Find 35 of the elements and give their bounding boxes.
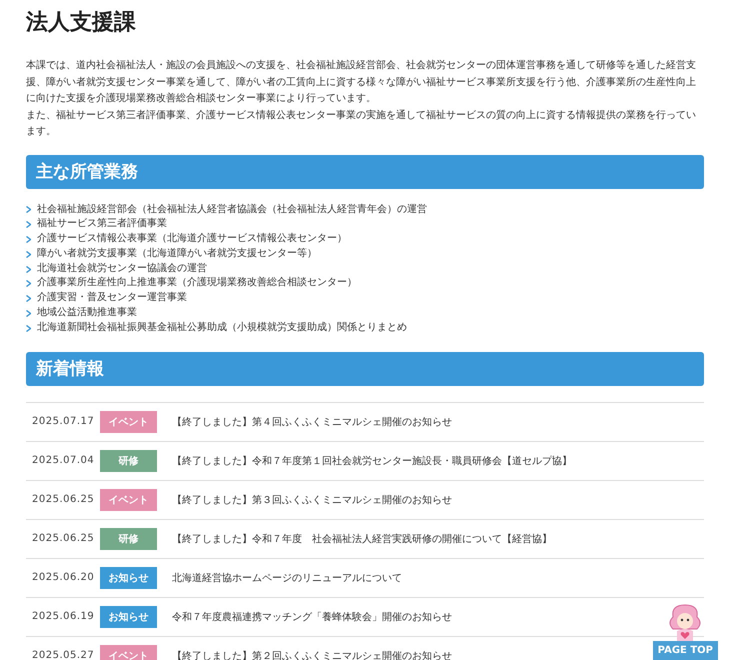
duty-item: 介護事業所生産性向上推進事業（介護現場業務改善総合相談センター） <box>37 276 357 290</box>
news-link[interactable]: 【終了しました】第２回ふくふくミニマルシェ開催のお知らせ <box>172 648 452 660</box>
category-tag: 研修 <box>100 450 157 472</box>
news-date: 2025.05.27 <box>32 650 96 660</box>
intro-paragraph: また、福祉サービス第三者評価事業、介護サービス情報公表センター事業の実施を通して福祉サービスの質の向上に資する情報提供の業務を行っています。 <box>26 108 697 139</box>
news-link[interactable]: 令和７年度農福連携マッチング「養蜂体験会」開催のお知らせ <box>172 610 452 624</box>
category-tag: お知らせ <box>100 606 157 628</box>
news-link[interactable]: 【終了しました】第３回ふくふくミニマルシェ開催のお知らせ <box>172 492 452 507</box>
news-link[interactable]: 【終了しました】令和７年度 社会福祉法人経営実践研修の開催について【経営協】 <box>172 532 552 546</box>
category-tag: 研修 <box>100 528 157 550</box>
news-link[interactable]: 【終了しました】第４回ふくふくミニマルシェ開催のお知らせ <box>172 414 452 429</box>
duty-item: 社会福祉施設経営部会（社会福祉法人経営者協議会（社会福祉法人経営青年会）の運営 <box>37 202 427 216</box>
news-date: 2025.06.20 <box>32 572 96 584</box>
news-date: 2025.06.19 <box>32 611 96 622</box>
category-tag: イベント <box>100 410 157 433</box>
news-date: 2025.07.04 <box>32 455 96 466</box>
intro-paragraph: 本課では、道内社会福祉法人・施設の会員施設への支援を、社会福祉施設経営部会、社会就労センターの団体運営事務を通して研修等を通した経営支援、障がい者就労支援センター事業を通して、障がい者の工賃向上に資する様々な障がい福祉サービス事業所支援を行う他、介護事業所の生産性向上に向けた支援を介護現場業務改善総合相談センター事業により行っています。 <box>26 58 697 106</box>
duty-item: 地域公益活動推進事業 <box>37 306 137 320</box>
news-date: 2025.07.17 <box>32 416 96 428</box>
duty-item: 北海道社会就労センター協議会の運営 <box>37 262 207 276</box>
category-tag: イベント <box>100 488 157 511</box>
category-tag: お知らせ <box>100 566 157 589</box>
duty-item: 北海道新聞社会福祉振興基金福祉公募助成（小規模就労支援助成）関係とりまとめ <box>37 320 407 335</box>
duty-item: 福祉サービス第三者評価事業 <box>37 217 167 232</box>
section-heading: 新着情報 <box>26 352 704 386</box>
news-link[interactable]: 【終了しました】令和７年度第１回社会就労センター施設長・職員研修会【道セルプ協】 <box>172 454 572 468</box>
section-heading: 主な所管業務 <box>26 154 704 188</box>
duty-item: 介護実習・普及センター運営事業 <box>37 291 187 306</box>
duty-item: 障がい者就労支援事業（北海道障がい者就労支援センター等） <box>37 246 317 261</box>
news-link[interactable]: 北海道経営協ホームページのリニューアルについて <box>172 570 402 585</box>
news-date: 2025.06.25 <box>32 494 96 506</box>
duty-item: 介護サービス情報公表事業（北海道介護サービス情報公表センター） <box>37 232 347 246</box>
page-title: 法人支援課 <box>26 9 137 37</box>
category-tag: イベント <box>100 644 157 660</box>
news-date: 2025.06.25 <box>32 533 96 544</box>
